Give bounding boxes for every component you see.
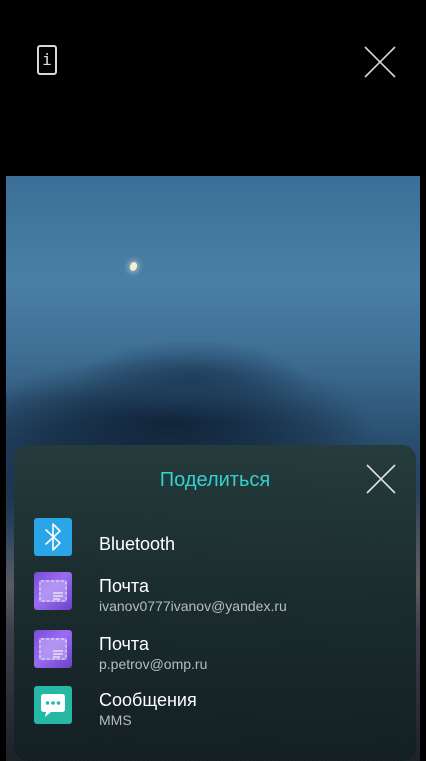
share-item-title: Почта [99,576,149,596]
share-item-mail[interactable]: Почта p.petrov@omp.ru [34,630,404,680]
share-item-bluetooth[interactable]: Bluetooth [34,518,404,568]
share-item-title: Bluetooth [99,534,176,554]
close-viewer-icon[interactable] [362,44,398,80]
share-item-subtitle: ivanov0777ivanov@yandex.ru [99,598,287,614]
share-item-subtitle: p.petrov@omp.ru [99,656,208,672]
share-sheet: Поделиться Bluetooth Почта ivanov0777iva… [14,445,416,761]
messages-icon [34,686,72,724]
mail-icon [34,572,72,610]
share-item-subtitle: MMS [99,712,132,728]
info-button[interactable]: i [37,45,57,75]
close-share-icon[interactable] [364,462,398,496]
mail-icon [34,630,72,668]
share-sheet-title: Поделиться [159,469,271,491]
share-item-title: Сообщения [99,690,197,710]
image-viewer-screen: i Поделиться Bluetooth Почта ivanov0777i… [0,0,426,761]
share-item-title: Почта [99,634,149,654]
bluetooth-icon [34,518,72,556]
share-item-mail[interactable]: Почта ivanov0777ivanov@yandex.ru [34,572,404,622]
share-item-messages[interactable]: Сообщения MMS [34,686,404,736]
info-icon: i [42,50,52,69]
